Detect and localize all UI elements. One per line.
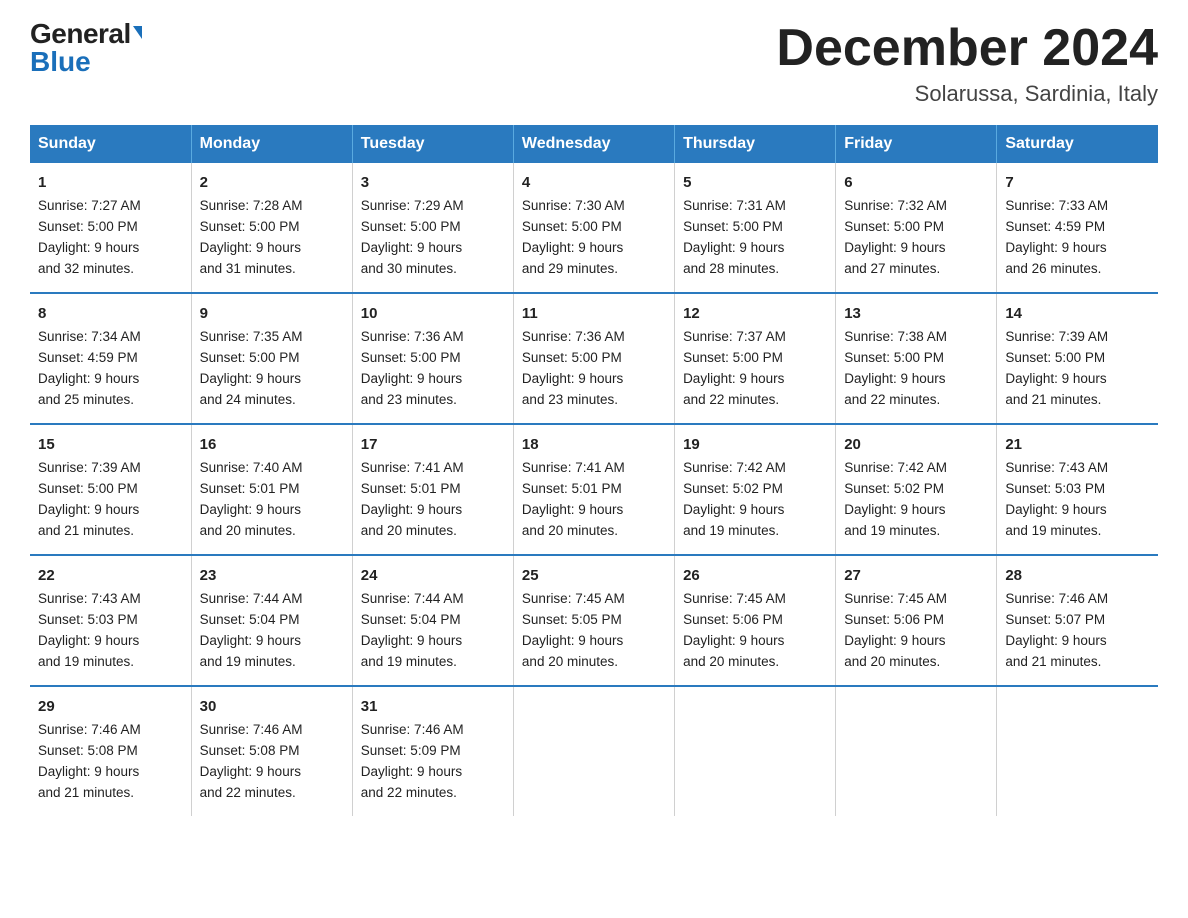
calendar-cell [836, 686, 997, 816]
day-number: 19 [683, 433, 827, 456]
col-monday: Monday [191, 125, 352, 163]
page-title: December 2024 [776, 20, 1158, 77]
day-number: 24 [361, 564, 505, 587]
day-number: 30 [200, 695, 344, 718]
calendar-cell: 31Sunrise: 7:46 AMSunset: 5:09 PMDayligh… [352, 686, 513, 816]
day-number: 18 [522, 433, 666, 456]
page-subtitle: Solarussa, Sardinia, Italy [776, 81, 1158, 107]
calendar-cell: 19Sunrise: 7:42 AMSunset: 5:02 PMDayligh… [675, 424, 836, 555]
title-block: December 2024 Solarussa, Sardinia, Italy [776, 20, 1158, 107]
col-saturday: Saturday [997, 125, 1158, 163]
calendar-cell: 9Sunrise: 7:35 AMSunset: 5:00 PMDaylight… [191, 293, 352, 424]
logo-general-text: General [30, 20, 142, 48]
calendar-week-4: 22Sunrise: 7:43 AMSunset: 5:03 PMDayligh… [30, 555, 1158, 686]
calendar-cell: 21Sunrise: 7:43 AMSunset: 5:03 PMDayligh… [997, 424, 1158, 555]
day-number: 22 [38, 564, 183, 587]
day-number: 4 [522, 171, 666, 194]
day-number: 31 [361, 695, 505, 718]
col-friday: Friday [836, 125, 997, 163]
day-number: 16 [200, 433, 344, 456]
calendar-cell: 29Sunrise: 7:46 AMSunset: 5:08 PMDayligh… [30, 686, 191, 816]
calendar-cell: 14Sunrise: 7:39 AMSunset: 5:00 PMDayligh… [997, 293, 1158, 424]
calendar-week-1: 1Sunrise: 7:27 AMSunset: 5:00 PMDaylight… [30, 163, 1158, 293]
page-header: General Blue December 2024 Solarussa, Sa… [30, 20, 1158, 107]
calendar-cell: 5Sunrise: 7:31 AMSunset: 5:00 PMDaylight… [675, 163, 836, 293]
calendar-cell: 11Sunrise: 7:36 AMSunset: 5:00 PMDayligh… [513, 293, 674, 424]
day-number: 26 [683, 564, 827, 587]
calendar-cell: 7Sunrise: 7:33 AMSunset: 4:59 PMDaylight… [997, 163, 1158, 293]
calendar-cell: 30Sunrise: 7:46 AMSunset: 5:08 PMDayligh… [191, 686, 352, 816]
day-number: 8 [38, 302, 183, 325]
calendar-cell: 12Sunrise: 7:37 AMSunset: 5:00 PMDayligh… [675, 293, 836, 424]
calendar-cell [675, 686, 836, 816]
day-number: 23 [200, 564, 344, 587]
calendar-cell: 13Sunrise: 7:38 AMSunset: 5:00 PMDayligh… [836, 293, 997, 424]
calendar-cell: 8Sunrise: 7:34 AMSunset: 4:59 PMDaylight… [30, 293, 191, 424]
day-number: 11 [522, 302, 666, 325]
calendar-cell: 4Sunrise: 7:30 AMSunset: 5:00 PMDaylight… [513, 163, 674, 293]
calendar-cell: 24Sunrise: 7:44 AMSunset: 5:04 PMDayligh… [352, 555, 513, 686]
col-sunday: Sunday [30, 125, 191, 163]
day-number: 17 [361, 433, 505, 456]
day-number: 13 [844, 302, 988, 325]
calendar-cell: 15Sunrise: 7:39 AMSunset: 5:00 PMDayligh… [30, 424, 191, 555]
day-number: 15 [38, 433, 183, 456]
day-number: 3 [361, 171, 505, 194]
calendar-cell: 20Sunrise: 7:42 AMSunset: 5:02 PMDayligh… [836, 424, 997, 555]
day-number: 10 [361, 302, 505, 325]
logo-blue-text: Blue [30, 48, 91, 76]
calendar-header: Sunday Monday Tuesday Wednesday Thursday… [30, 125, 1158, 163]
calendar-cell: 26Sunrise: 7:45 AMSunset: 5:06 PMDayligh… [675, 555, 836, 686]
calendar-table: Sunday Monday Tuesday Wednesday Thursday… [30, 125, 1158, 816]
calendar-week-3: 15Sunrise: 7:39 AMSunset: 5:00 PMDayligh… [30, 424, 1158, 555]
day-number: 5 [683, 171, 827, 194]
col-wednesday: Wednesday [513, 125, 674, 163]
day-number: 7 [1005, 171, 1150, 194]
day-number: 21 [1005, 433, 1150, 456]
day-number: 20 [844, 433, 988, 456]
day-number: 9 [200, 302, 344, 325]
calendar-cell: 25Sunrise: 7:45 AMSunset: 5:05 PMDayligh… [513, 555, 674, 686]
day-number: 28 [1005, 564, 1150, 587]
calendar-cell: 16Sunrise: 7:40 AMSunset: 5:01 PMDayligh… [191, 424, 352, 555]
calendar-cell: 2Sunrise: 7:28 AMSunset: 5:00 PMDaylight… [191, 163, 352, 293]
calendar-week-2: 8Sunrise: 7:34 AMSunset: 4:59 PMDaylight… [30, 293, 1158, 424]
day-number: 1 [38, 171, 183, 194]
day-number: 25 [522, 564, 666, 587]
day-number: 2 [200, 171, 344, 194]
calendar-cell [513, 686, 674, 816]
col-thursday: Thursday [675, 125, 836, 163]
day-number: 29 [38, 695, 183, 718]
col-tuesday: Tuesday [352, 125, 513, 163]
calendar-week-5: 29Sunrise: 7:46 AMSunset: 5:08 PMDayligh… [30, 686, 1158, 816]
calendar-cell: 18Sunrise: 7:41 AMSunset: 5:01 PMDayligh… [513, 424, 674, 555]
day-number: 12 [683, 302, 827, 325]
header-row: Sunday Monday Tuesday Wednesday Thursday… [30, 125, 1158, 163]
calendar-cell: 28Sunrise: 7:46 AMSunset: 5:07 PMDayligh… [997, 555, 1158, 686]
day-number: 27 [844, 564, 988, 587]
calendar-cell: 27Sunrise: 7:45 AMSunset: 5:06 PMDayligh… [836, 555, 997, 686]
logo: General Blue [30, 20, 142, 76]
calendar-cell: 3Sunrise: 7:29 AMSunset: 5:00 PMDaylight… [352, 163, 513, 293]
calendar-cell: 22Sunrise: 7:43 AMSunset: 5:03 PMDayligh… [30, 555, 191, 686]
calendar-body: 1Sunrise: 7:27 AMSunset: 5:00 PMDaylight… [30, 163, 1158, 816]
day-number: 14 [1005, 302, 1150, 325]
calendar-cell [997, 686, 1158, 816]
calendar-cell: 1Sunrise: 7:27 AMSunset: 5:00 PMDaylight… [30, 163, 191, 293]
day-number: 6 [844, 171, 988, 194]
calendar-cell: 17Sunrise: 7:41 AMSunset: 5:01 PMDayligh… [352, 424, 513, 555]
calendar-cell: 6Sunrise: 7:32 AMSunset: 5:00 PMDaylight… [836, 163, 997, 293]
calendar-cell: 23Sunrise: 7:44 AMSunset: 5:04 PMDayligh… [191, 555, 352, 686]
calendar-cell: 10Sunrise: 7:36 AMSunset: 5:00 PMDayligh… [352, 293, 513, 424]
